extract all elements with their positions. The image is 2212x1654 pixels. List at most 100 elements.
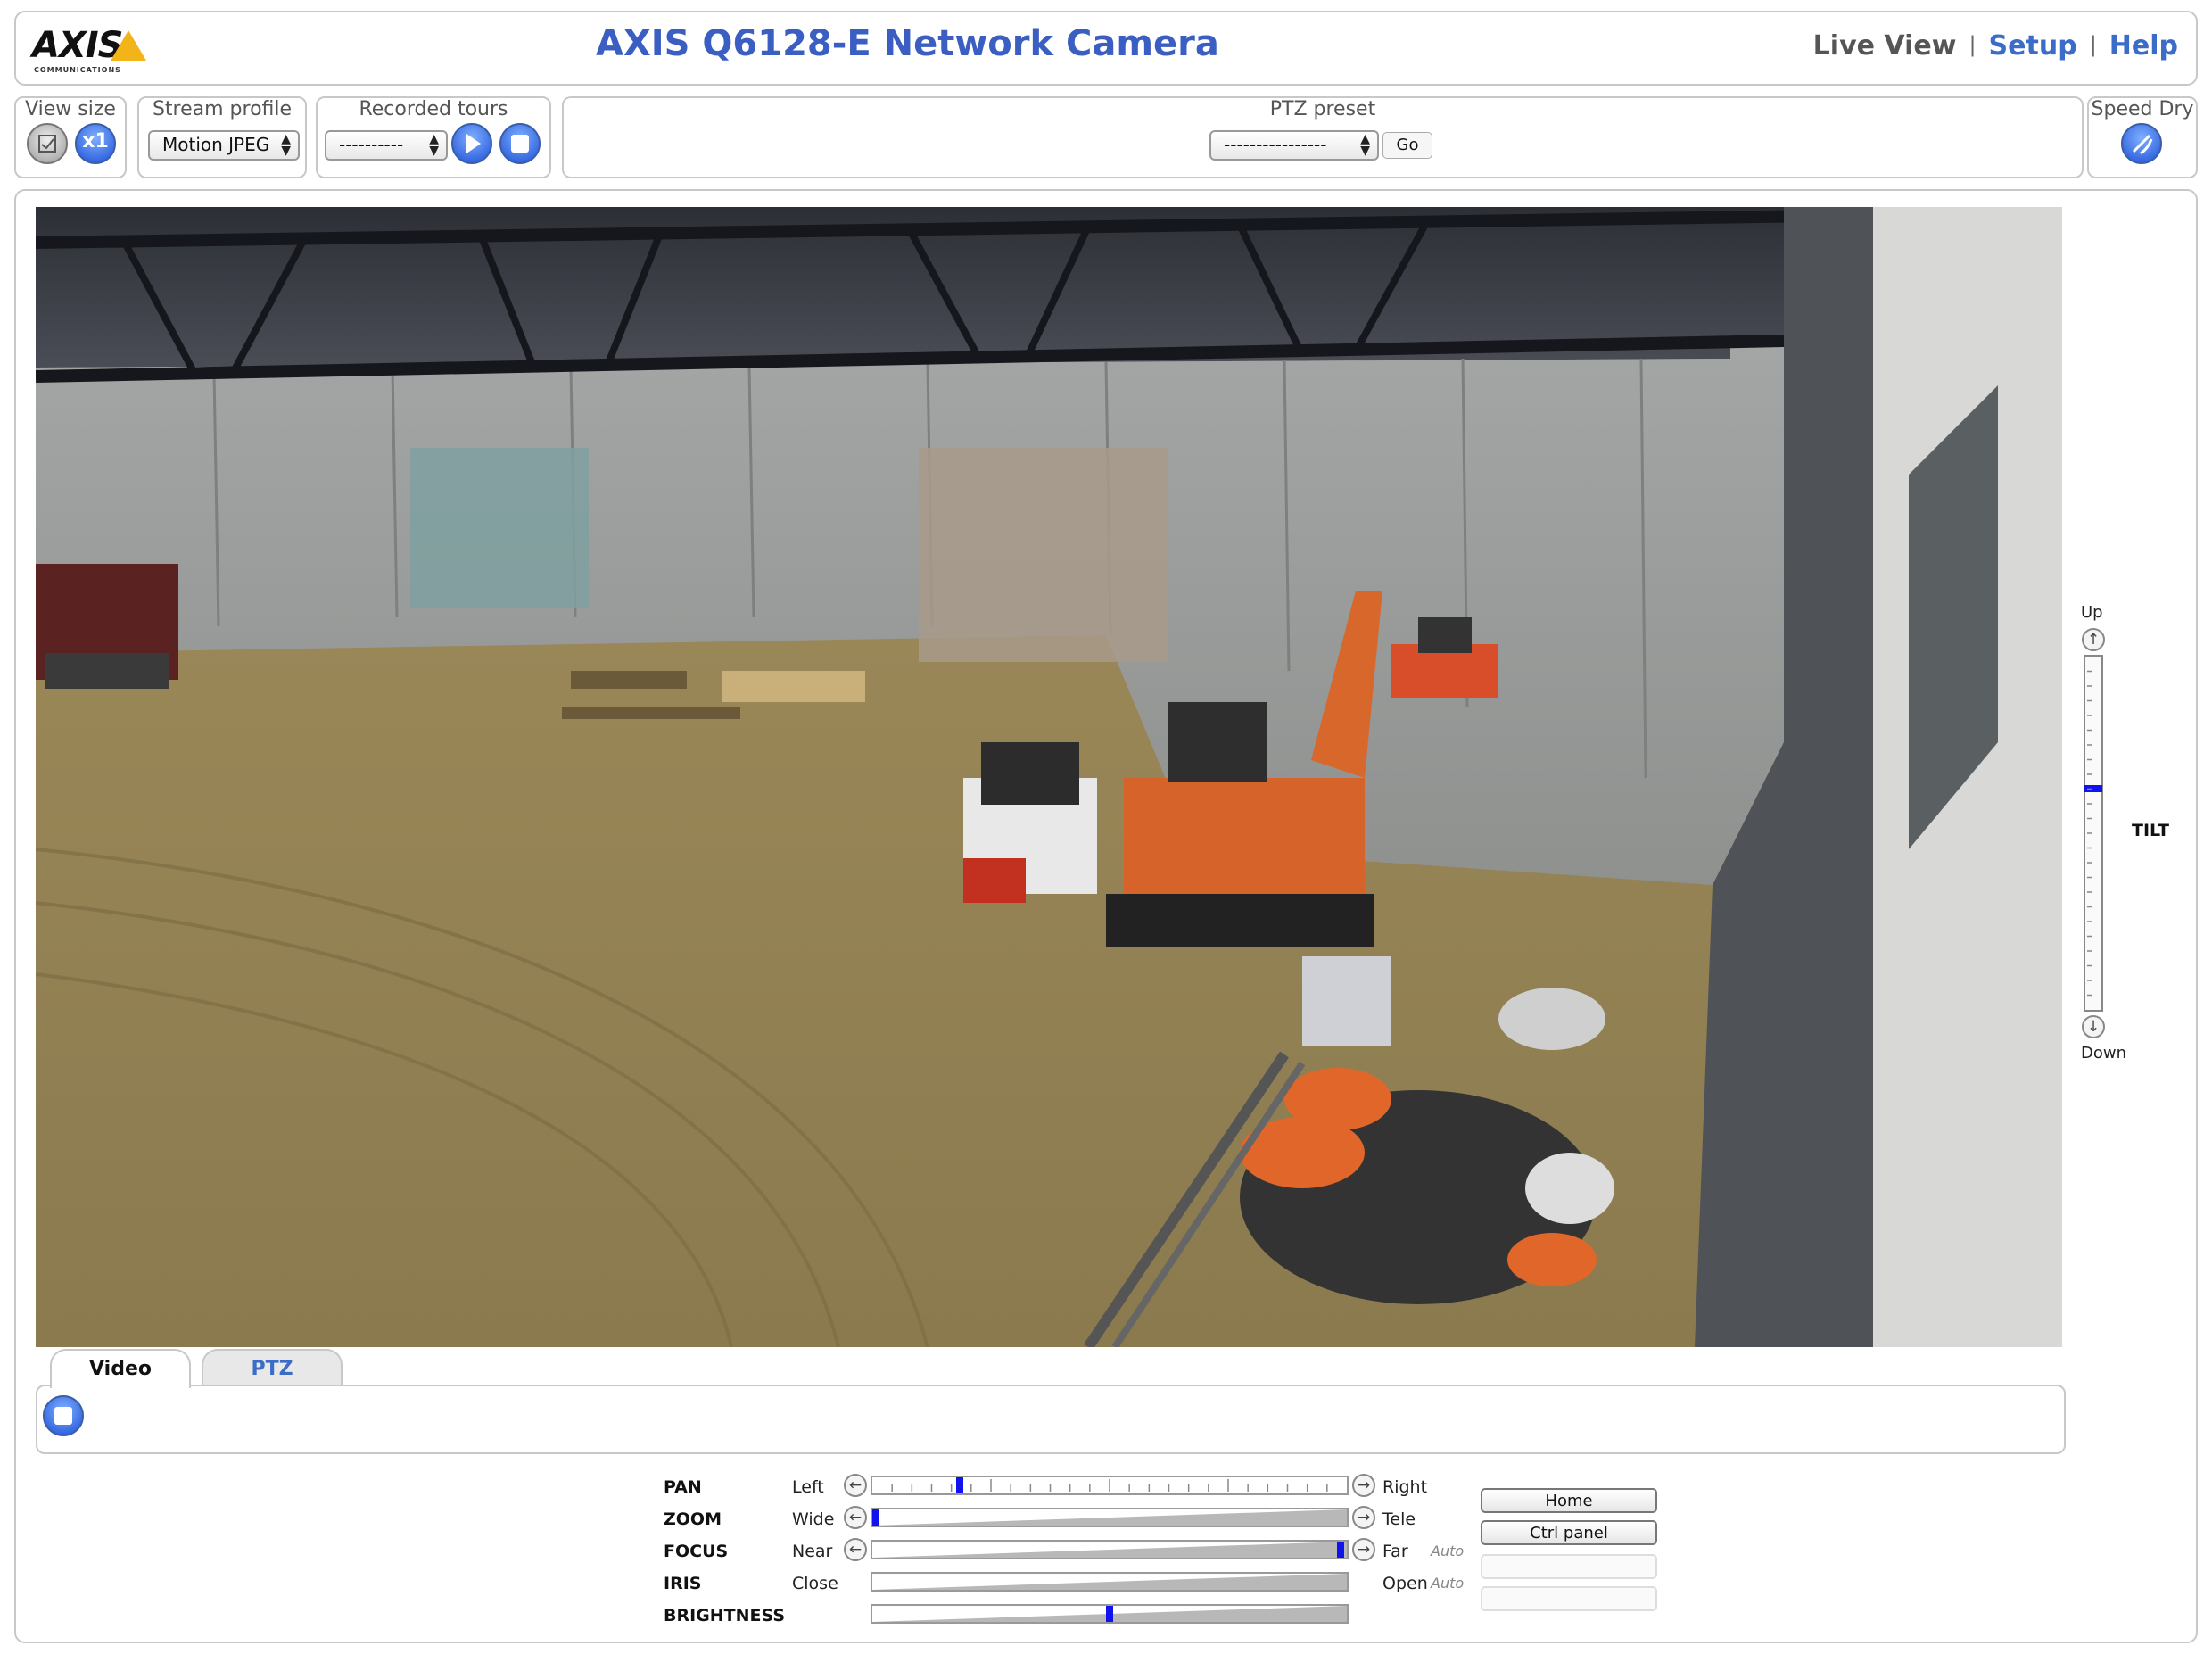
zoom-wide-button[interactable]: ←: [844, 1506, 867, 1529]
recorded-tours-select[interactable]: ---------- ▲ ▼: [325, 130, 448, 161]
ptz-preset-select[interactable]: ---------------- ▲ ▼: [1209, 130, 1379, 161]
focus-slider-knob[interactable]: [1337, 1542, 1344, 1558]
play-tour-button[interactable]: [451, 123, 492, 164]
camera-scene-image: [36, 207, 2062, 1347]
logo-wordmark: AXIS: [32, 25, 123, 66]
focus-near-button[interactable]: ←: [844, 1538, 867, 1561]
ptz-preset-panel: PTZ preset ---------------- ▲ ▼ Go: [562, 96, 2084, 178]
arrow-left-icon: ←: [848, 1541, 863, 1559]
stop-video-button[interactable]: [43, 1395, 84, 1436]
tilt-up-label: Up: [2081, 603, 2103, 622]
fit-window-icon: [38, 135, 56, 153]
ptz-go-button[interactable]: Go: [1382, 132, 1432, 159]
ctrl-panel-button[interactable]: Ctrl panel: [1481, 1520, 1657, 1545]
tilt-up-button[interactable]: ↑: [2082, 628, 2105, 651]
arrow-right-icon: →: [1357, 1476, 1371, 1494]
view-size-panel: View size x1: [14, 96, 127, 178]
pan-slider-knob[interactable]: [956, 1477, 963, 1493]
zoom-tele-label: Tele: [1382, 1509, 1416, 1529]
recorded-tours-panel: Recorded tours ---------- ▲ ▼: [316, 96, 551, 178]
view-size-title: View size: [25, 98, 116, 120]
iris-label: IRIS: [664, 1574, 702, 1593]
zoom-slider-knob[interactable]: [872, 1509, 879, 1526]
play-icon: [466, 134, 481, 153]
pan-left-label: Left: [792, 1477, 824, 1497]
nav-separator: |: [1969, 32, 1977, 57]
tilt-ticks: [2087, 670, 2092, 997]
tilt-title: TILT: [2132, 821, 2169, 840]
brightness-slider[interactable]: [871, 1604, 1349, 1624]
iris-close-label: Close: [792, 1574, 838, 1593]
arrow-up-icon: ↑: [2086, 631, 2101, 649]
disabled-button: [1481, 1554, 1657, 1579]
speed-dry-panel: Speed Dry: [2087, 96, 2198, 178]
header-bar: AXIS COMMUNICATIONS AXIS Q6128-E Network…: [14, 11, 2198, 86]
stream-profile-panel: Stream profile Motion JPEG ▲ ▼: [137, 96, 307, 178]
nav-help[interactable]: Help: [2109, 30, 2178, 62]
arrow-right-icon: →: [1357, 1509, 1371, 1526]
fit-to-window-button[interactable]: [27, 123, 68, 164]
tab-ptz[interactable]: PTZ: [202, 1349, 343, 1386]
nav-live-view[interactable]: Live View: [1813, 30, 1957, 62]
speed-dry-button[interactable]: [2121, 123, 2162, 164]
page-title: AXIS Q6128-E Network Camera: [596, 23, 1219, 64]
stream-profile-select[interactable]: Motion JPEG ▲ ▼: [148, 130, 300, 161]
logo-triangle-icon: [111, 30, 146, 61]
focus-slider[interactable]: [871, 1540, 1349, 1559]
speed-dry-title: Speed Dry: [2091, 98, 2194, 120]
recorded-tours-title: Recorded tours: [359, 98, 508, 120]
focus-label: FOCUS: [664, 1542, 729, 1561]
arrow-right-icon: →: [1357, 1541, 1371, 1559]
brightness-slider-knob[interactable]: [1106, 1606, 1113, 1622]
pan-right-label: Right: [1382, 1477, 1428, 1497]
stream-profile-title: Stream profile: [152, 98, 293, 120]
select-arrows-icon: ▲ ▼: [1360, 132, 1370, 158]
brightness-label: BRIGHTNESS: [664, 1606, 786, 1625]
iris-auto-link[interactable]: Auto: [1431, 1575, 1464, 1592]
select-arrows-icon: ▲ ▼: [429, 132, 439, 158]
tilt-slider[interactable]: [2084, 655, 2103, 1012]
stop-tour-button[interactable]: [499, 123, 541, 164]
ptz-preset-title: PTZ preset: [1269, 98, 1376, 120]
axis-logo: AXIS COMMUNICATIONS: [32, 21, 166, 79]
x1-size-button[interactable]: x1: [75, 123, 116, 164]
recorded-tours-value: ----------: [339, 134, 404, 155]
top-navigation: Live View | Setup | Help: [1813, 30, 2178, 62]
ptz-preset-value: ----------------: [1224, 134, 1327, 155]
iris-open-label: Open: [1382, 1574, 1428, 1593]
zoom-ramp: [872, 1509, 1347, 1526]
stop-icon: [54, 1407, 72, 1425]
pan-left-button[interactable]: ←: [844, 1474, 867, 1497]
stop-icon: [511, 135, 529, 153]
pan-ticks: [891, 1479, 1328, 1492]
pan-label: PAN: [664, 1477, 702, 1497]
live-video-stream[interactable]: [36, 207, 2062, 1347]
stream-profile-value: Motion JPEG: [162, 134, 270, 155]
pan-slider[interactable]: [871, 1476, 1349, 1495]
focus-far-button[interactable]: →: [1352, 1538, 1375, 1561]
x1-label: x1: [82, 130, 109, 153]
iris-slider[interactable]: [871, 1572, 1349, 1592]
pan-right-button[interactable]: →: [1352, 1474, 1375, 1497]
select-arrows-icon: ▲ ▼: [281, 132, 291, 158]
focus-far-label: Far: [1382, 1542, 1408, 1561]
nav-setup[interactable]: Setup: [1989, 30, 2077, 62]
arrow-left-icon: ←: [848, 1476, 863, 1494]
zoom-wide-label: Wide: [792, 1509, 835, 1529]
nav-separator: |: [2089, 32, 2097, 57]
arrow-left-icon: ←: [848, 1509, 863, 1526]
tilt-down-button[interactable]: ↓: [2082, 1015, 2105, 1038]
zoom-label: ZOOM: [664, 1509, 722, 1529]
home-button[interactable]: Home: [1481, 1488, 1657, 1513]
arrow-down-icon: ↓: [2086, 1018, 2101, 1036]
focus-near-label: Near: [792, 1542, 833, 1561]
video-tab-panel: [36, 1385, 2066, 1454]
focus-auto-link[interactable]: Auto: [1431, 1542, 1464, 1559]
tab-video[interactable]: Video: [50, 1349, 191, 1388]
disabled-button: [1481, 1586, 1657, 1611]
iris-ramp: [872, 1574, 1347, 1590]
wiper-icon: [2132, 134, 2153, 155]
logo-subtitle: COMMUNICATIONS: [34, 66, 121, 74]
zoom-tele-button[interactable]: →: [1352, 1506, 1375, 1529]
zoom-slider[interactable]: [871, 1508, 1349, 1527]
